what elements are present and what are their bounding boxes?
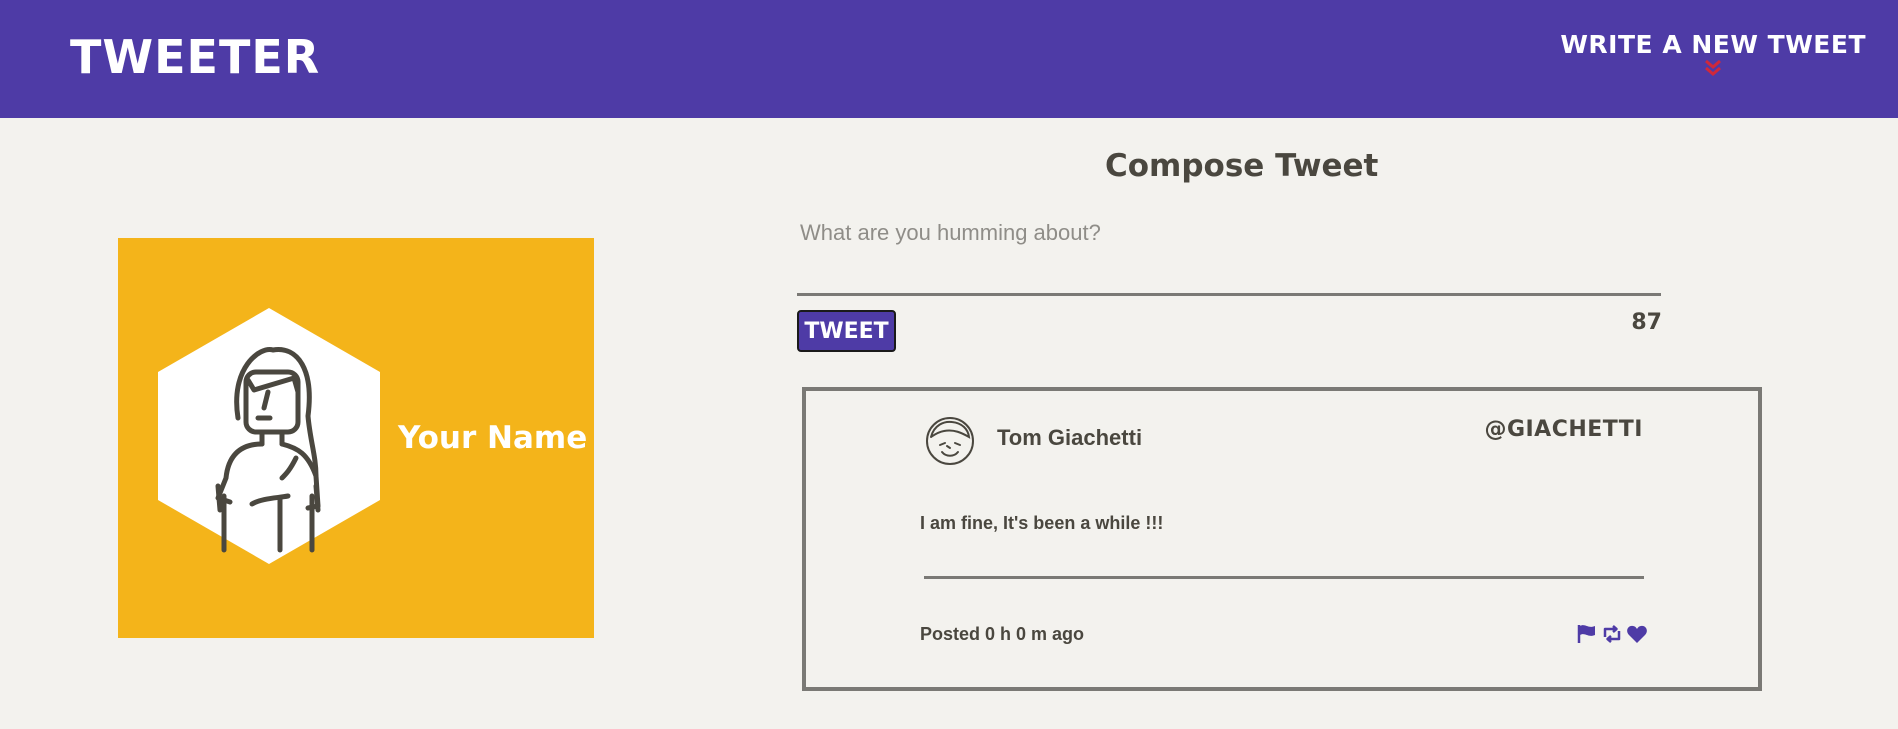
tweet-input[interactable] xyxy=(797,216,1661,296)
tweet-author-handle: @GIACHETTI xyxy=(1484,417,1643,442)
brand-logo[interactable]: TWEETER xyxy=(70,30,320,84)
woman-avatar-icon xyxy=(158,308,380,564)
tweet-author-name: Tom Giachetti xyxy=(997,425,1143,450)
tweet-text: I am fine, It's been a while !!! xyxy=(920,513,1164,533)
write-new-tweet-label[interactable]: WRITE A NEW TWEET xyxy=(1560,30,1866,59)
flag-icon[interactable] xyxy=(1576,624,1598,644)
tweet-card: Tom Giachetti @GIACHETTI I am fine, It's… xyxy=(802,387,1762,691)
write-new-tweet-link[interactable]: WRITE A NEW TWEET xyxy=(1560,30,1866,77)
tweet-timestamp: Posted 0 h 0 m ago xyxy=(920,624,1085,644)
profile-card: Your Name xyxy=(118,238,594,638)
compose-title: Compose Tweet xyxy=(1105,148,1379,184)
double-chevron-down-icon[interactable] xyxy=(1703,59,1723,77)
tweet-actions xyxy=(1576,624,1648,644)
tweet-divider xyxy=(924,576,1644,579)
character-counter: 87 xyxy=(1631,310,1662,335)
profile-name: Your Name xyxy=(398,420,588,456)
tweet-submit-button[interactable]: TWEET xyxy=(797,310,896,352)
navbar: TWEETER WRITE A NEW TWEET xyxy=(0,0,1898,118)
face-avatar-icon xyxy=(926,417,974,465)
retweet-icon[interactable] xyxy=(1601,624,1623,644)
heart-icon[interactable] xyxy=(1626,624,1648,644)
